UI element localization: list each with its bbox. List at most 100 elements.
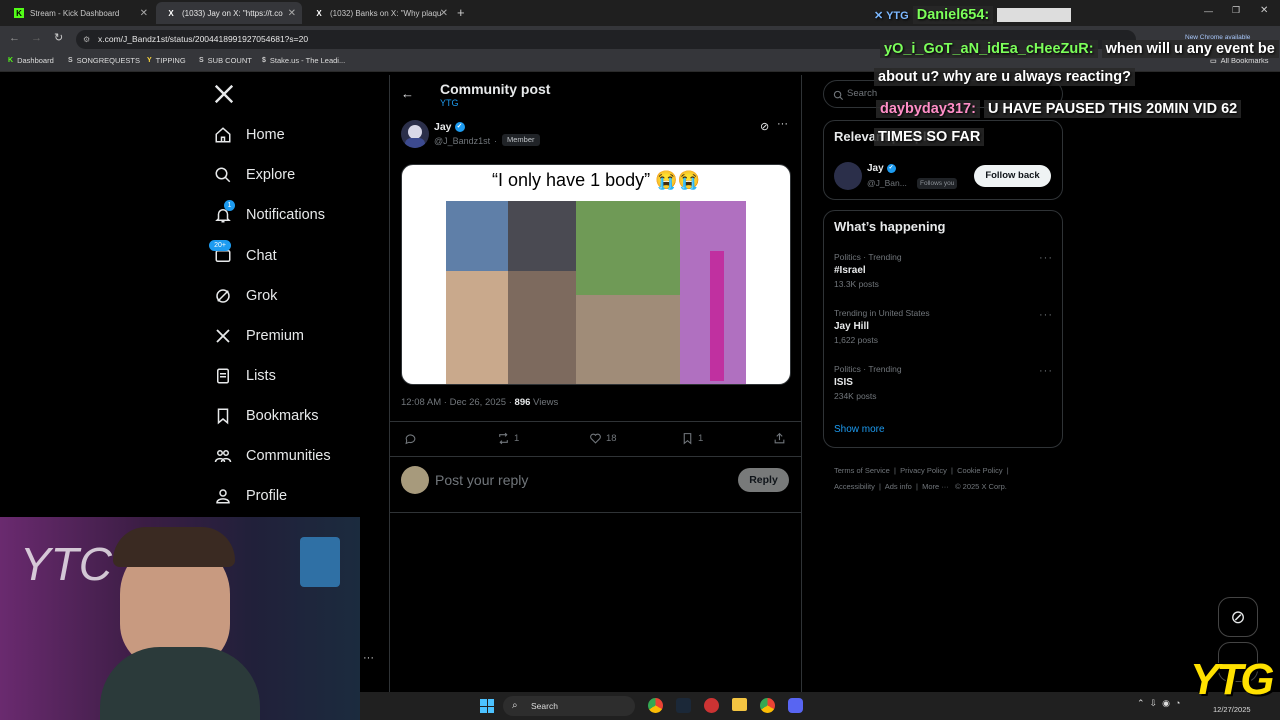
tab-jay-on-x[interactable]: X (1033) Jay on X: "https://t.co ✕ bbox=[156, 2, 302, 24]
x-logo-icon[interactable] bbox=[213, 83, 235, 105]
separator-dot: · bbox=[494, 136, 497, 146]
bookmark-tipping[interactable]: Y TIPPING bbox=[147, 56, 186, 65]
bookmark-stake[interactable]: $ Stake.us - The Leadi... bbox=[262, 56, 345, 65]
trend-item[interactable]: Politics · Trending #Israel 13.3K posts bbox=[834, 252, 902, 289]
new-tab-button[interactable]: + bbox=[457, 5, 465, 20]
person-name[interactable]: Jay ✓ bbox=[867, 163, 896, 174]
back-arrow-icon[interactable]: ← bbox=[401, 86, 414, 101]
person-avatar[interactable] bbox=[834, 162, 862, 190]
more-options-icon[interactable]: ··· bbox=[777, 118, 788, 130]
bookmark-sub-count[interactable]: S SUB COUNT bbox=[199, 56, 252, 65]
bookmark-button[interactable]: 1 bbox=[681, 432, 703, 445]
taskbar-search[interactable]: ⌕ Search bbox=[503, 696, 635, 716]
nav-notifications[interactable]: 1 Notifications bbox=[213, 200, 325, 228]
tab-kick-dashboard[interactable]: K Stream - Kick Dashboard ✕ bbox=[4, 2, 154, 24]
bookmark-songrequests[interactable]: S SONGREQUESTS bbox=[68, 56, 140, 65]
reply-input[interactable]: Post your reply bbox=[435, 472, 528, 488]
site-info-icon[interactable]: ⚙ bbox=[83, 30, 90, 49]
like-button[interactable]: 18 bbox=[589, 432, 617, 445]
maximize-icon[interactable]: ❐ bbox=[1232, 5, 1240, 16]
arcade-screen bbox=[300, 537, 340, 587]
discord-icon[interactable] bbox=[788, 698, 803, 713]
community-name[interactable]: YTG bbox=[440, 98, 459, 108]
nav-bookmarks[interactable]: Bookmarks bbox=[213, 403, 319, 429]
verified-icon: ✓ bbox=[454, 122, 465, 132]
nav-premium[interactable]: Premium bbox=[213, 323, 304, 349]
share-icon[interactable] bbox=[773, 432, 786, 450]
webcam-overlay: YTC bbox=[0, 517, 360, 720]
chat-icon: 20+ bbox=[209, 240, 233, 266]
forward-icon[interactable]: → bbox=[31, 32, 42, 44]
bookmark-icon bbox=[213, 406, 233, 426]
close-tab-icon[interactable]: ✕ bbox=[288, 8, 296, 19]
nav-lists[interactable]: Lists bbox=[213, 363, 276, 389]
whats-happening-title: What’s happening bbox=[834, 219, 946, 234]
footer-link[interactable]: Ads info bbox=[885, 482, 912, 491]
grok-icon[interactable]: ⊘ bbox=[760, 120, 769, 133]
system-tray[interactable]: ⌃ ⇩ ◉ ◔ bbox=[1137, 698, 1180, 709]
grok-icon bbox=[213, 286, 233, 306]
ytg-logo: YTG bbox=[1190, 655, 1274, 704]
nav-explore[interactable]: Explore bbox=[213, 162, 295, 188]
avatar[interactable] bbox=[401, 120, 429, 148]
nav-home[interactable]: Home bbox=[213, 122, 285, 148]
reply-button[interactable]: Reply bbox=[738, 468, 789, 492]
folder-icon[interactable] bbox=[732, 698, 747, 711]
post-image[interactable]: “I only have 1 body” 😭😭 bbox=[401, 164, 791, 385]
nav-chat[interactable]: 20+ Chat bbox=[209, 240, 277, 269]
reload-icon[interactable]: ↻ bbox=[54, 31, 63, 44]
footer-link[interactable]: Cookie Policy bbox=[957, 466, 1002, 475]
trend-more-icon[interactable]: ··· bbox=[1039, 252, 1053, 264]
chrome-icon[interactable] bbox=[760, 698, 775, 713]
back-icon[interactable]: ← bbox=[9, 32, 20, 44]
reply-icon[interactable] bbox=[404, 432, 417, 448]
taskbar-date: 12/27/2025 bbox=[1213, 705, 1251, 714]
footer-links: Terms of Service | Privacy Policy | Cook… bbox=[834, 466, 1009, 491]
footer-link[interactable]: Terms of Service bbox=[834, 466, 890, 475]
follows-you-badge: Follows you bbox=[917, 178, 958, 189]
post-handle[interactable]: @J_Bandz1st bbox=[434, 136, 490, 146]
chat-message: daybyday317: U HAVE PAUSED THIS 20MIN VI… bbox=[876, 100, 1242, 118]
grok-float-icon[interactable]: ⊘ bbox=[1218, 597, 1258, 637]
x-logo-icon: X bbox=[168, 8, 174, 18]
divider bbox=[389, 421, 802, 422]
post-author[interactable]: Jay ✓ bbox=[434, 121, 465, 133]
tab-banks-on-x[interactable]: X (1032) Banks on X: "Why plaqu ✕ bbox=[304, 2, 454, 24]
person-handle[interactable]: @J_Ban... bbox=[867, 178, 907, 188]
nav-communities[interactable]: Communities bbox=[213, 443, 331, 469]
trend-more-icon[interactable]: ··· bbox=[1039, 365, 1053, 377]
trend-more-icon[interactable]: ··· bbox=[1039, 309, 1053, 321]
footer-link[interactable]: Accessibility bbox=[834, 482, 875, 491]
chrome-icon[interactable] bbox=[648, 698, 663, 713]
nav-profile[interactable]: Profile bbox=[213, 483, 287, 509]
close-tab-icon[interactable]: ✕ bbox=[140, 8, 148, 19]
verified-icon: ✓ bbox=[886, 164, 896, 173]
chat-badge: 20+ bbox=[209, 240, 231, 251]
repost-button[interactable]: 1 bbox=[497, 432, 519, 445]
steam-icon[interactable] bbox=[676, 698, 691, 713]
windows-taskbar: ⌕ Search ⌃ ⇩ ◉ ◔ 12/27/2025 bbox=[360, 692, 1280, 720]
repost-icon bbox=[499, 432, 508, 445]
follow-back-button[interactable]: Follow back bbox=[974, 165, 1051, 187]
footer-link[interactable]: Privacy Policy bbox=[900, 466, 947, 475]
bookmark-icon: S bbox=[68, 57, 73, 64]
show-more-link[interactable]: Show more bbox=[834, 424, 885, 435]
notification-badge: 1 bbox=[224, 200, 235, 211]
streamer-hair bbox=[113, 527, 235, 567]
trend-item[interactable]: Politics · Trending ISIS 234K posts bbox=[834, 364, 902, 401]
app-icon[interactable] bbox=[704, 698, 719, 713]
neon-sign: YTC bbox=[20, 538, 112, 590]
profile-icon bbox=[213, 486, 233, 506]
footer-link[interactable]: More ··· bbox=[922, 482, 949, 491]
kick-icon: K bbox=[8, 57, 14, 64]
more-options-icon[interactable]: ··· bbox=[363, 652, 374, 664]
browser-tab-bar: K Stream - Kick Dashboard ✕ X (1033) Jay… bbox=[0, 0, 1280, 26]
my-avatar[interactable] bbox=[401, 466, 429, 494]
close-window-icon[interactable]: ✕ bbox=[1260, 5, 1268, 16]
trend-item[interactable]: Trending in United States Jay Hill 1,622… bbox=[834, 308, 930, 345]
nav-grok[interactable]: Grok bbox=[213, 283, 277, 309]
close-tab-icon[interactable]: ✕ bbox=[440, 8, 448, 19]
minimize-icon[interactable]: — bbox=[1204, 6, 1213, 16]
start-icon[interactable] bbox=[480, 699, 494, 713]
bookmark-dashboard[interactable]: K Dashboard bbox=[8, 56, 54, 65]
